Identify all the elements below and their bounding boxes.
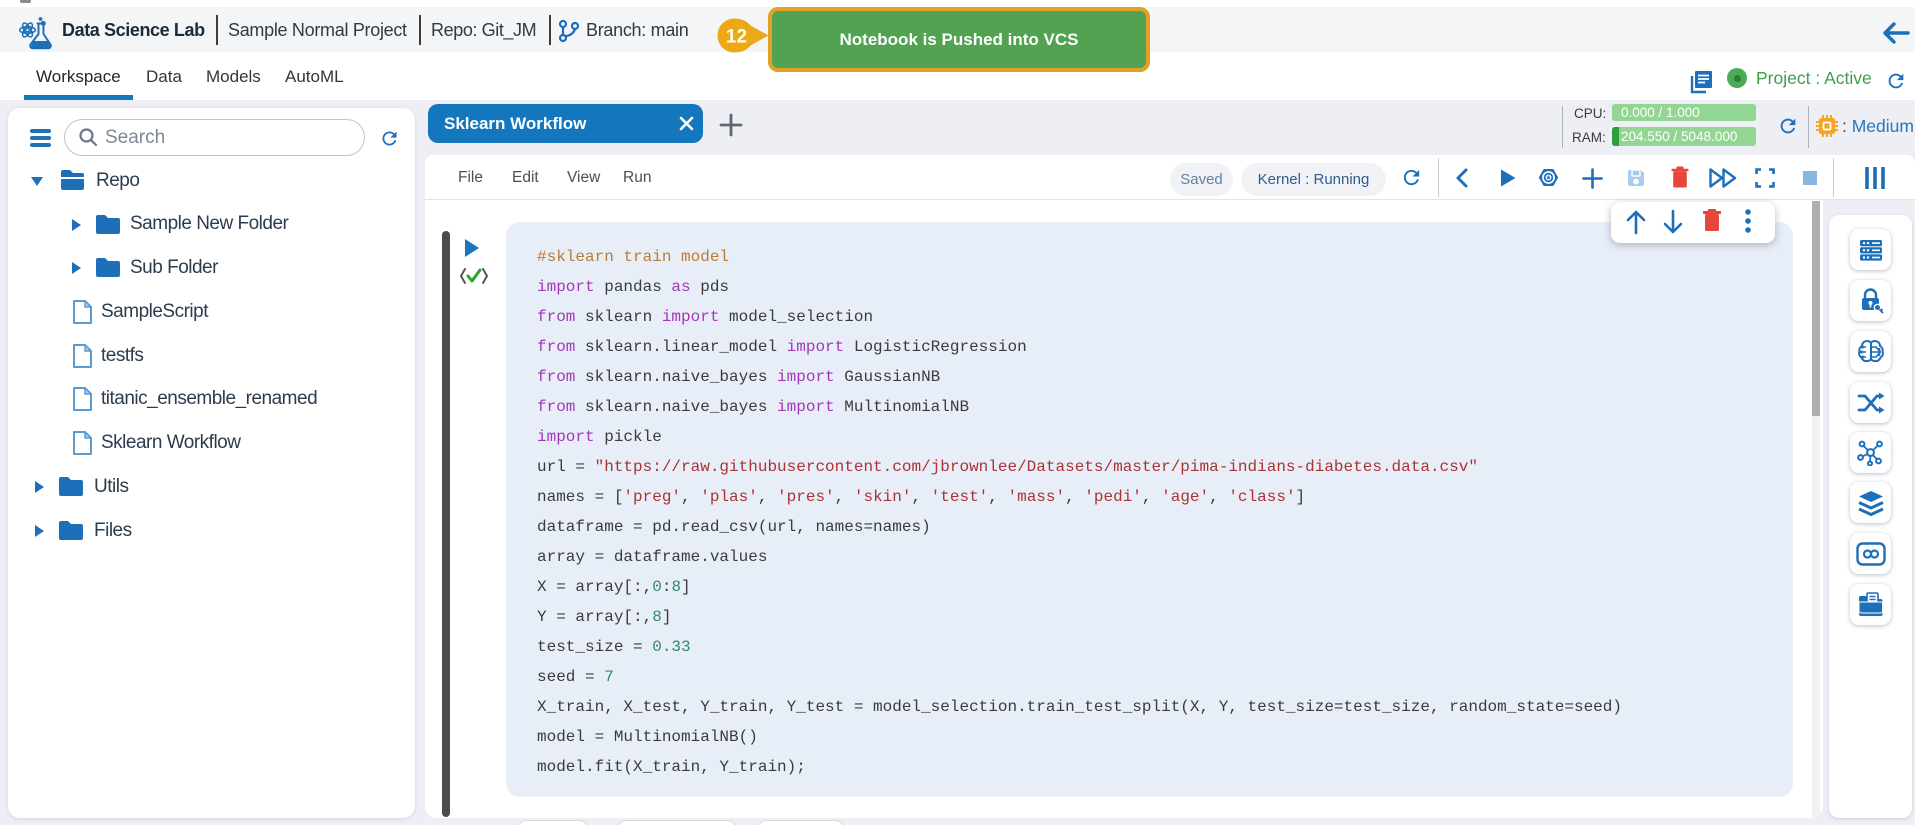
svg-text:12: 12 — [726, 27, 747, 48]
